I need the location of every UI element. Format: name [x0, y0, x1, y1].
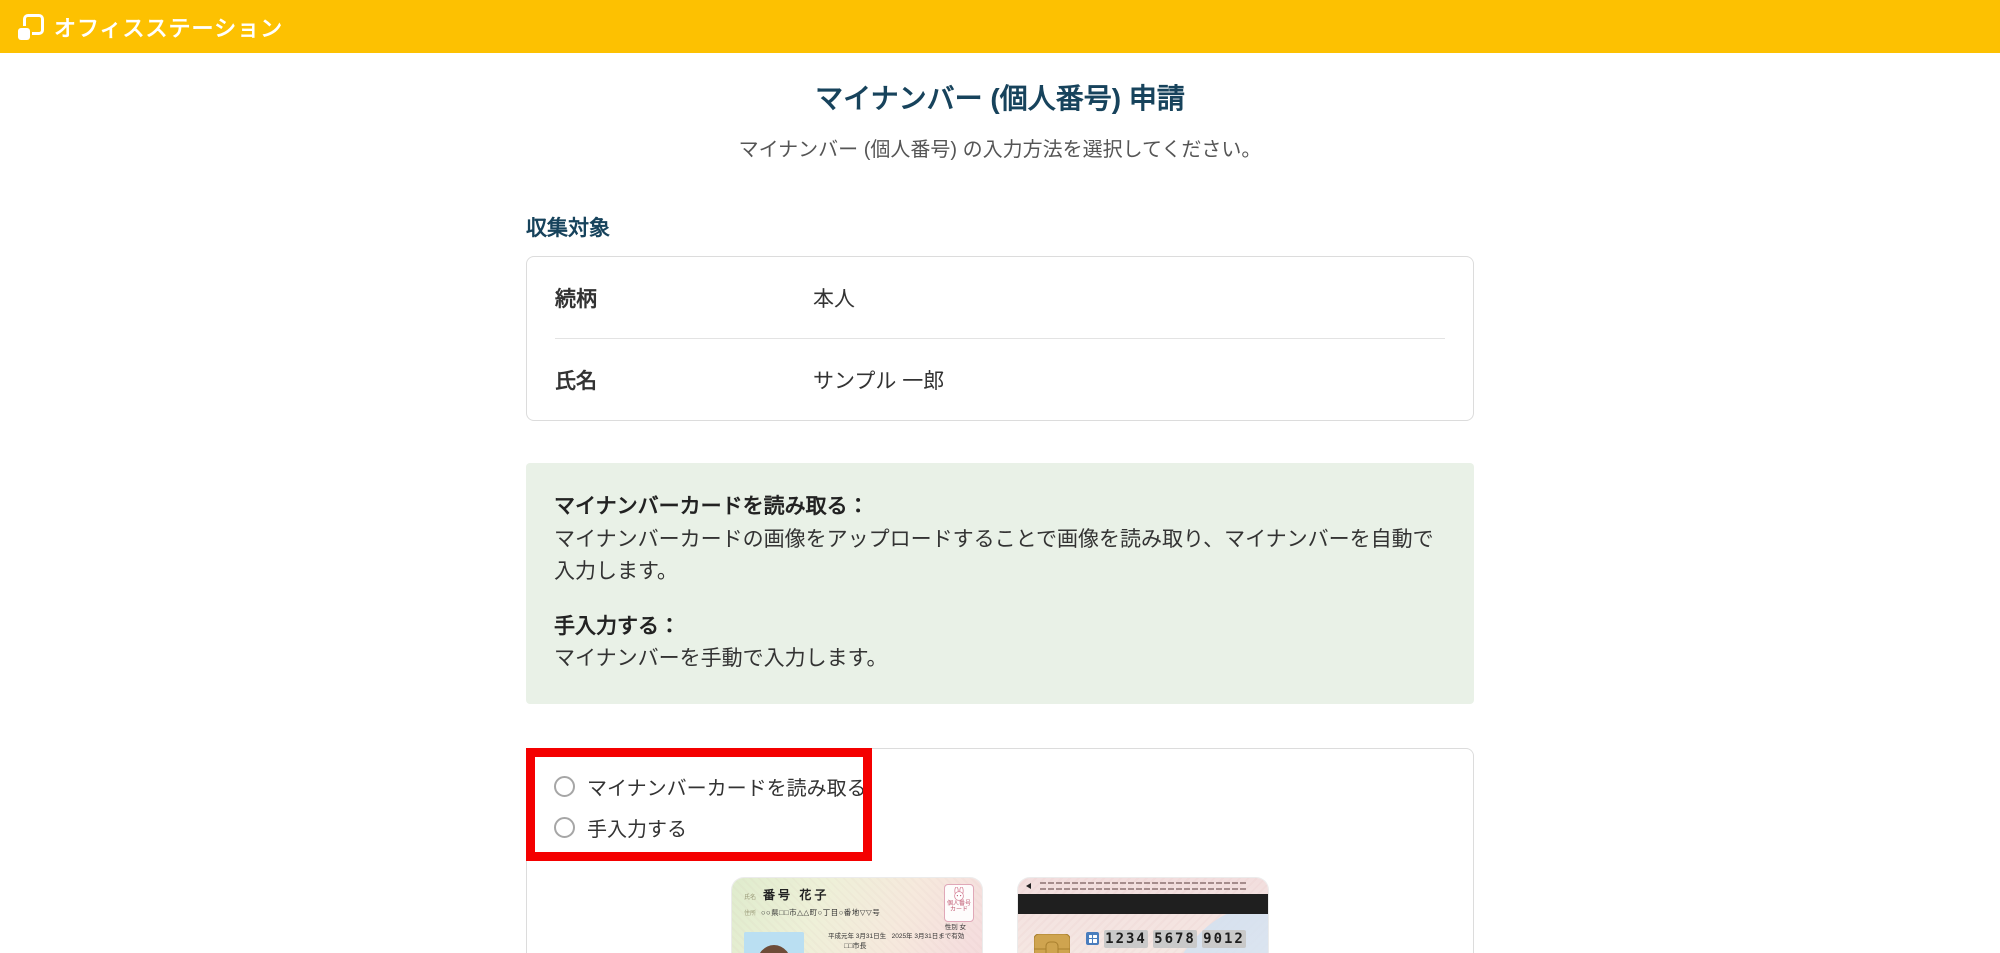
card-back-magnetic-stripe — [1018, 893, 1268, 914]
number-group-2: 5678 — [1153, 929, 1197, 948]
relationship-value: 本人 — [813, 287, 855, 311]
read-card-description-title: マイナンバーカードを読み取る： — [554, 495, 869, 518]
app-header: オフィスステーション — [0, 0, 2000, 53]
collection-target-heading: 収集対象 — [526, 217, 610, 240]
main-content: マイナンバー (個人番号) 申請 マイナンバー (個人番号) の入力方法を選択し… — [526, 77, 1474, 953]
manual-input-description-title: 手入力する： — [554, 614, 680, 638]
manual-input-description-text: マイナンバーを手動で入力します。 — [554, 647, 888, 671]
card-front-badge-text: 個人番号カード — [946, 900, 971, 914]
radio-option-manual-input[interactable]: 手入力する — [554, 816, 1473, 841]
radio-manual-input-icon[interactable] — [554, 816, 575, 838]
radio-manual-input-label: 手入力する — [587, 818, 687, 841]
number-group-3: 9012 — [1202, 929, 1246, 948]
card-front-birthdate: 平成元年 3月31日生 — [828, 932, 887, 940]
page-subtitle: マイナンバー (個人番号) の入力方法を選択してください。 — [738, 139, 1262, 161]
officestation-logo-icon — [18, 13, 44, 40]
card-front-address: ○○県□□市△△町○丁目○番地▽▽号 — [761, 907, 881, 917]
brand-name: オフィスステーション — [54, 15, 284, 41]
card-front-portrait-photo — [744, 931, 804, 953]
brand-logo[interactable]: オフィスステーション — [18, 11, 283, 43]
card-front-name: 番号 花子 — [763, 887, 830, 902]
card-front-address-row: 住所 ○○県□□市△△町○丁目○番地▽▽号 — [744, 907, 880, 918]
my-number-icon — [1086, 932, 1099, 946]
input-method-radio-group: マイナンバーカードを読み取る 手入力する — [527, 749, 1473, 841]
page-title: マイナンバー (個人番号) 申請 — [815, 83, 1185, 114]
radio-option-read-card[interactable]: マイナンバーカードを読み取る — [554, 775, 1473, 800]
method-selection-panel: マイナンバーカードを読み取る 手入力する 氏名 番号 花子 個人番号カード 住所… — [526, 747, 1474, 953]
mynumber-card-front-image: 氏名 番号 花子 個人番号カード 住所 ○○県□□市△△町○丁目○番地▽▽号 性… — [732, 877, 982, 953]
card-front-address-label: 住所 — [744, 910, 757, 917]
card-back-sample-watermark: みほん — [1076, 948, 1182, 953]
sample-card-images: 氏名 番号 花子 個人番号カード 住所 ○○県□□市△△町○丁目○番地▽▽号 性… — [527, 877, 1473, 953]
name-label: 氏名 — [555, 369, 597, 393]
radio-read-card-icon[interactable] — [554, 775, 575, 797]
card-back-arrow-marker — [1026, 882, 1031, 889]
card-back-number-row: 1234 5678 9012 — [1086, 929, 1246, 948]
card-front-dates: 平成元年 3月31日生 2025年 3月31日まで有効 — [828, 930, 964, 940]
method-description-box: マイナンバーカードを読み取る： マイナンバーカードの画像をアップロードすることで… — [526, 463, 1474, 704]
read-card-description-text: マイナンバーカードの画像をアップロードすることで画像を読み取り、マイナンバーを自… — [554, 527, 1434, 584]
card-front-issuer: □□市長 — [844, 942, 867, 950]
card-front-name-label: 氏名 — [744, 894, 757, 901]
mynumber-card-back-image: 1234 5678 9012 氏名 番号 花子 平成元年 3月31日生 — [1018, 877, 1268, 953]
card-front-name-row: 氏名 番号 花子 — [744, 886, 829, 903]
table-row-name: 氏名 サンプル 一郎 — [527, 339, 1473, 420]
ic-chip-icon — [1033, 933, 1071, 953]
relationship-label: 続柄 — [555, 287, 597, 311]
card-front-valid-until: 2025年 3月31日まで有効 — [891, 932, 965, 940]
collection-target-panel: 続柄 本人 氏名 サンプル 一郎 — [526, 256, 1474, 421]
card-back-notice-microtext — [1040, 881, 1246, 894]
number-group-1: 1234 — [1104, 929, 1148, 948]
mynumber-rabbit-badge-icon: 個人番号カード — [944, 883, 974, 922]
table-row-relationship: 続柄 本人 — [527, 257, 1473, 338]
radio-read-card-label: マイナンバーカードを読み取る — [587, 777, 867, 800]
name-value: サンプル 一郎 — [813, 369, 945, 393]
